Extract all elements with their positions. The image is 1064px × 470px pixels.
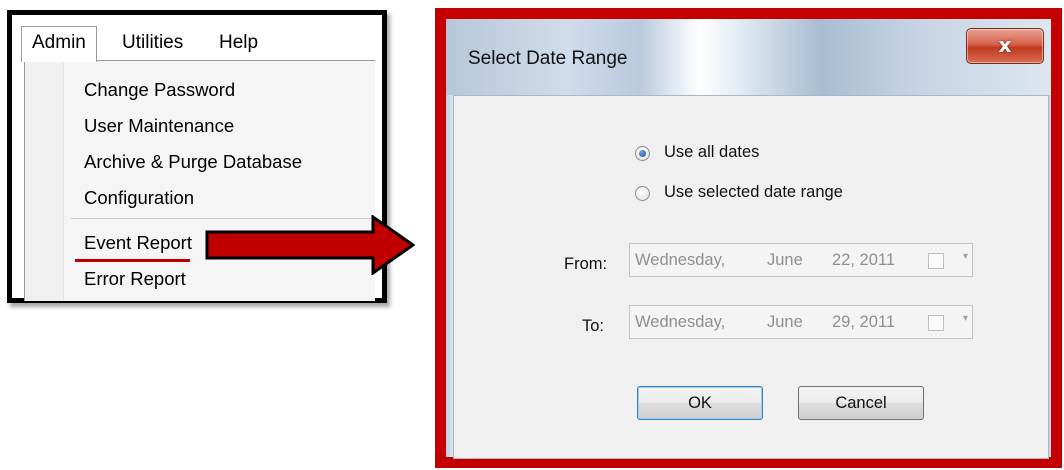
menu-bar: Admin Utilities Help (12, 15, 382, 62)
radio-use-selected-range[interactable] (635, 186, 650, 201)
to-label: To: (582, 317, 605, 335)
menu-item-user-maintenance[interactable]: User Maintenance (84, 113, 234, 139)
dialog-screenshot-frame: Select Date Range x Use all dates Use se… (435, 8, 1062, 468)
from-day-year: 22, 2011 (832, 251, 896, 269)
right-arrow-icon (205, 215, 415, 275)
close-icon: x (998, 33, 1012, 57)
ok-button[interactable]: OK (637, 386, 763, 420)
from-dropdown-caret-icon[interactable]: ▾ (963, 251, 968, 262)
from-weekday: Wednesday, (635, 251, 726, 269)
menu-item-archive-purge[interactable]: Archive & Purge Database (84, 149, 302, 175)
menu-item-error-report[interactable]: Error Report (84, 266, 186, 292)
cancel-button[interactable]: Cancel (798, 386, 924, 420)
from-label: From: (564, 255, 608, 273)
menu-item-event-report[interactable]: Event Report (84, 230, 192, 256)
to-dropdown-caret-icon[interactable]: ▾ (963, 313, 968, 324)
dialog-title: Select Date Range (468, 48, 628, 69)
menu-admin[interactable]: Admin (21, 26, 97, 62)
from-month: June (767, 251, 803, 269)
dialog-body: Use all dates Use selected date range Fr… (453, 95, 1049, 459)
event-report-underline (75, 259, 190, 262)
dialog-left-border (446, 95, 453, 457)
radio-use-all-dates[interactable] (635, 146, 650, 161)
to-day-year: 29, 2011 (832, 313, 896, 331)
menu-utilities[interactable]: Utilities (122, 27, 183, 59)
dropdown-gutter (25, 61, 64, 301)
radio-selected-dot (639, 150, 646, 157)
dialog-titlebar: Select Date Range x (446, 19, 1051, 95)
to-date-picker[interactable]: Wednesday, June 29, 2011 ▾ (629, 305, 973, 339)
from-calendar-icon[interactable] (928, 253, 944, 269)
radio-label-use-selected-range[interactable]: Use selected date range (664, 183, 843, 202)
menu-item-configuration[interactable]: Configuration (84, 185, 194, 211)
from-date-picker[interactable]: Wednesday, June 22, 2011 ▾ (629, 243, 973, 277)
close-button[interactable]: x (966, 28, 1044, 64)
to-month: June (767, 313, 803, 331)
to-calendar-icon[interactable] (928, 315, 944, 331)
to-weekday: Wednesday, (635, 313, 726, 331)
menu-help[interactable]: Help (219, 27, 258, 59)
radio-label-use-all-dates[interactable]: Use all dates (664, 143, 759, 162)
menu-item-change-password[interactable]: Change Password (84, 77, 235, 103)
